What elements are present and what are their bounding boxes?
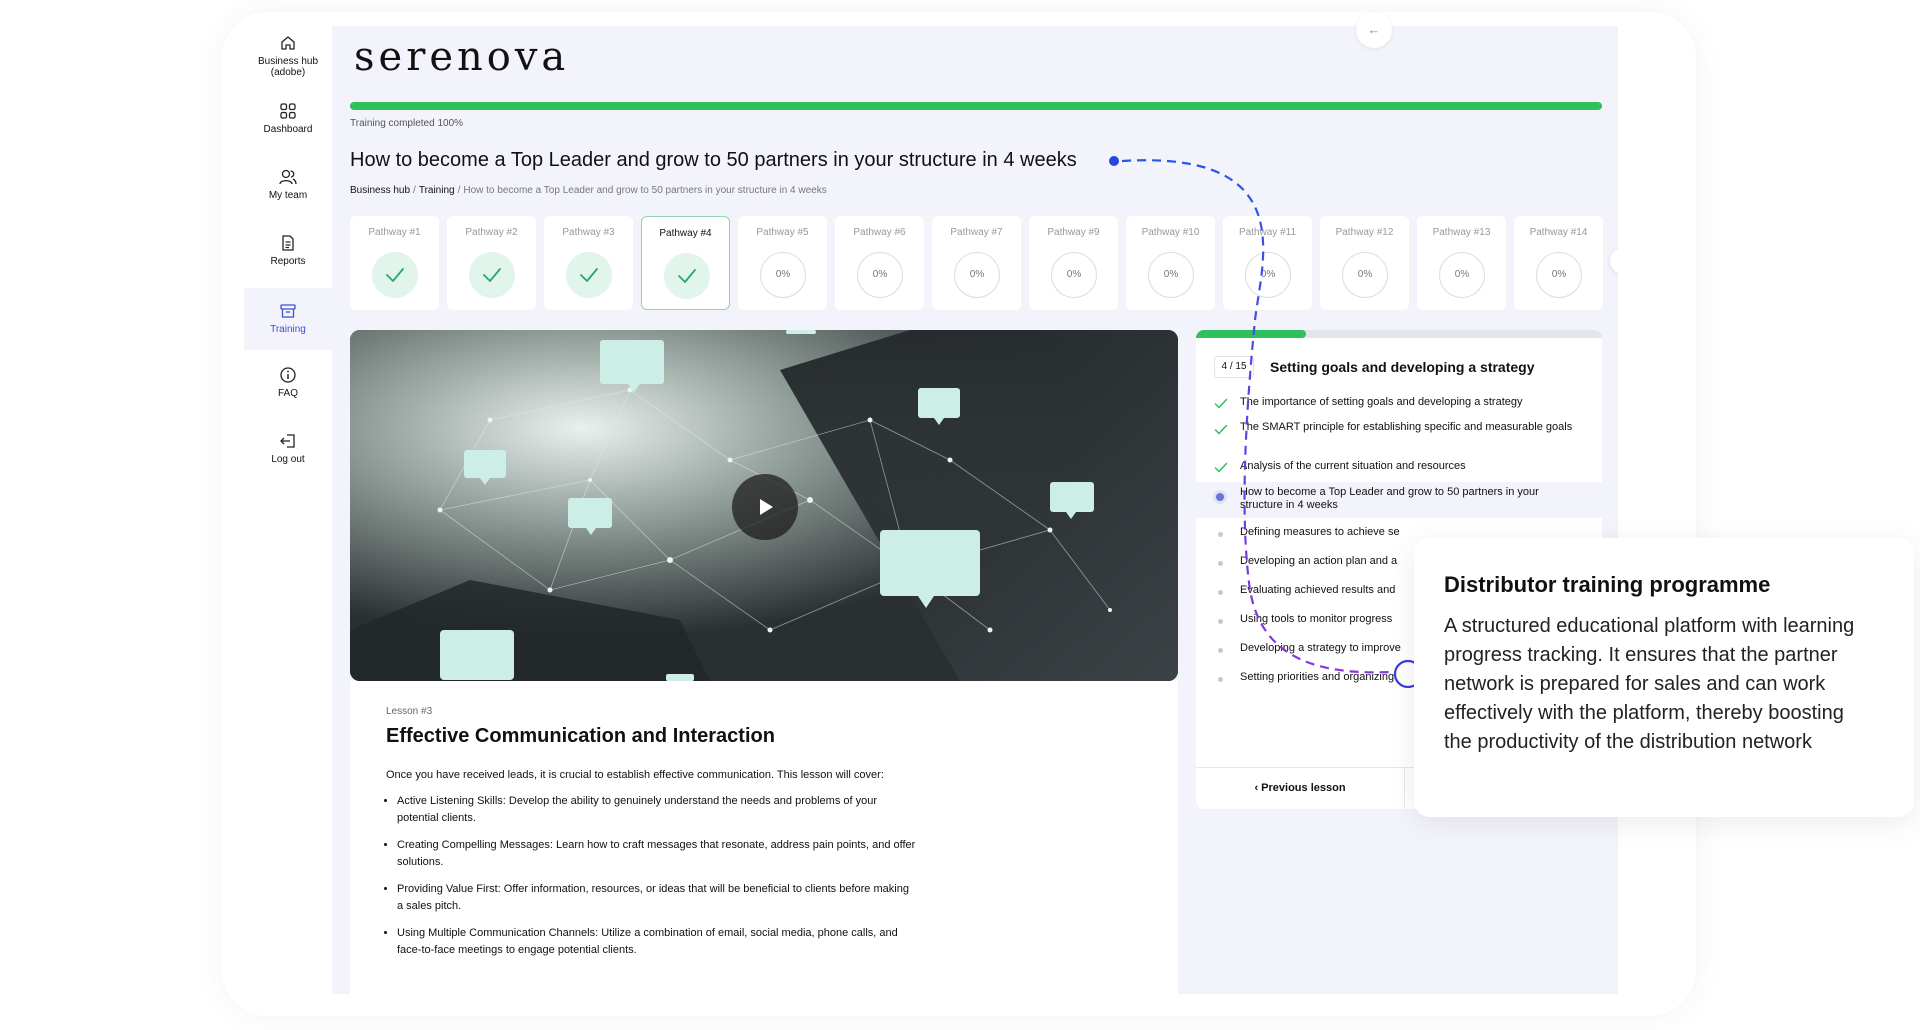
callout-title: Distributor training programme xyxy=(1444,572,1771,597)
feature-callout: Distributor training programme A structu… xyxy=(1414,538,1914,817)
connector-start-dot xyxy=(1109,156,1119,166)
callout-text: A structured educational platform with l… xyxy=(1444,615,1855,753)
connector-line xyxy=(1121,159,1393,674)
callout-connector xyxy=(1109,156,1423,689)
